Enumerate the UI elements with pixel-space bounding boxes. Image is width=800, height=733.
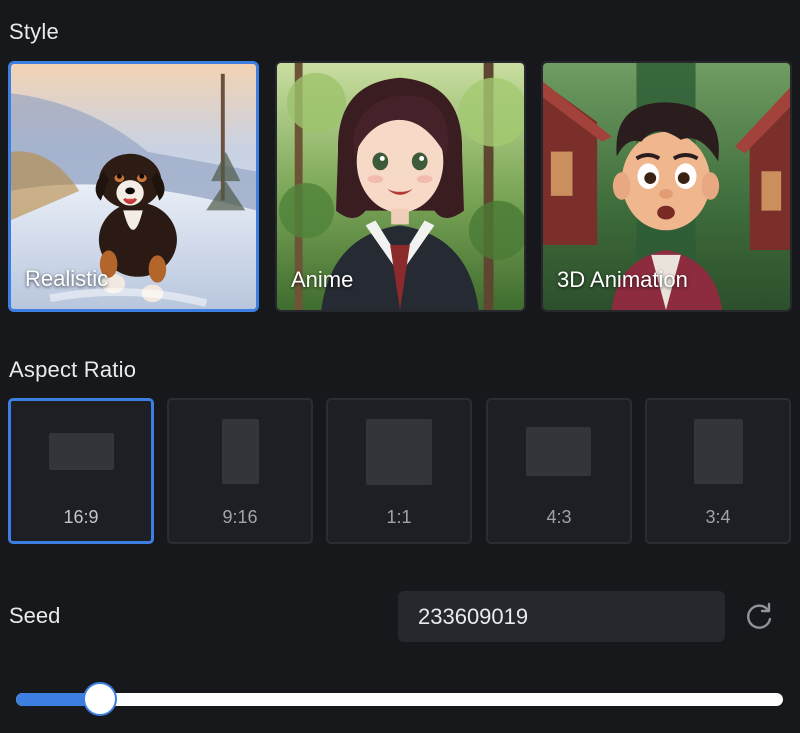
aspect-ratio-label: 16:9 [63,507,99,527]
aspect-ratio-16-9[interactable]: 16:9 [8,398,154,544]
aspect-ratio-label: 1:1 [386,507,412,527]
seed-slider-thumb[interactable] [83,682,118,716]
aspect-16-9-shape-icon [49,433,114,470]
aspect-3-4-shape-icon [694,419,743,484]
aspect-ratio-section-title: Aspect Ratio [9,357,137,382]
style-card-3d-animation[interactable]: 3D Animation [541,61,792,312]
style-card-realistic[interactable]: Realistic [8,61,259,312]
aspect-ratio-9-16[interactable]: 9:16 [167,398,313,544]
seed-label: Seed [9,603,61,628]
aspect-ratio-label: 9:16 [222,507,258,527]
aspect-ratio-options: 16:9 9:16 1:1 4:3 3:4 [8,398,792,544]
style-label-anime: Anime [291,267,354,292]
aspect-9-16-shape-icon [222,419,259,484]
aspect-ratio-1-1[interactable]: 1:1 [326,398,472,544]
seed-slider-track[interactable] [16,693,783,706]
refresh-icon [747,602,772,629]
refresh-seed-button[interactable] [742,600,776,634]
aspect-ratio-label: 3:4 [705,507,731,527]
style-card-anime[interactable]: Anime [275,61,526,312]
aspect-ratio-4-3[interactable]: 4:3 [486,398,632,544]
style-label-3d-animation: 3D Animation [557,267,688,292]
image-generation-settings-panel: Style Realistic Anime 3D Animation Aspec… [0,0,800,733]
seed-input[interactable] [398,591,725,642]
style-label-realistic: Realistic [25,266,109,291]
style-options: Realistic Anime 3D Animation [8,61,792,312]
aspect-4-3-shape-icon [526,427,591,476]
aspect-1-1-shape-icon [366,419,432,485]
aspect-ratio-label: 4:3 [546,507,572,527]
style-section-title: Style [9,19,59,44]
aspect-ratio-3-4[interactable]: 3:4 [645,398,791,544]
